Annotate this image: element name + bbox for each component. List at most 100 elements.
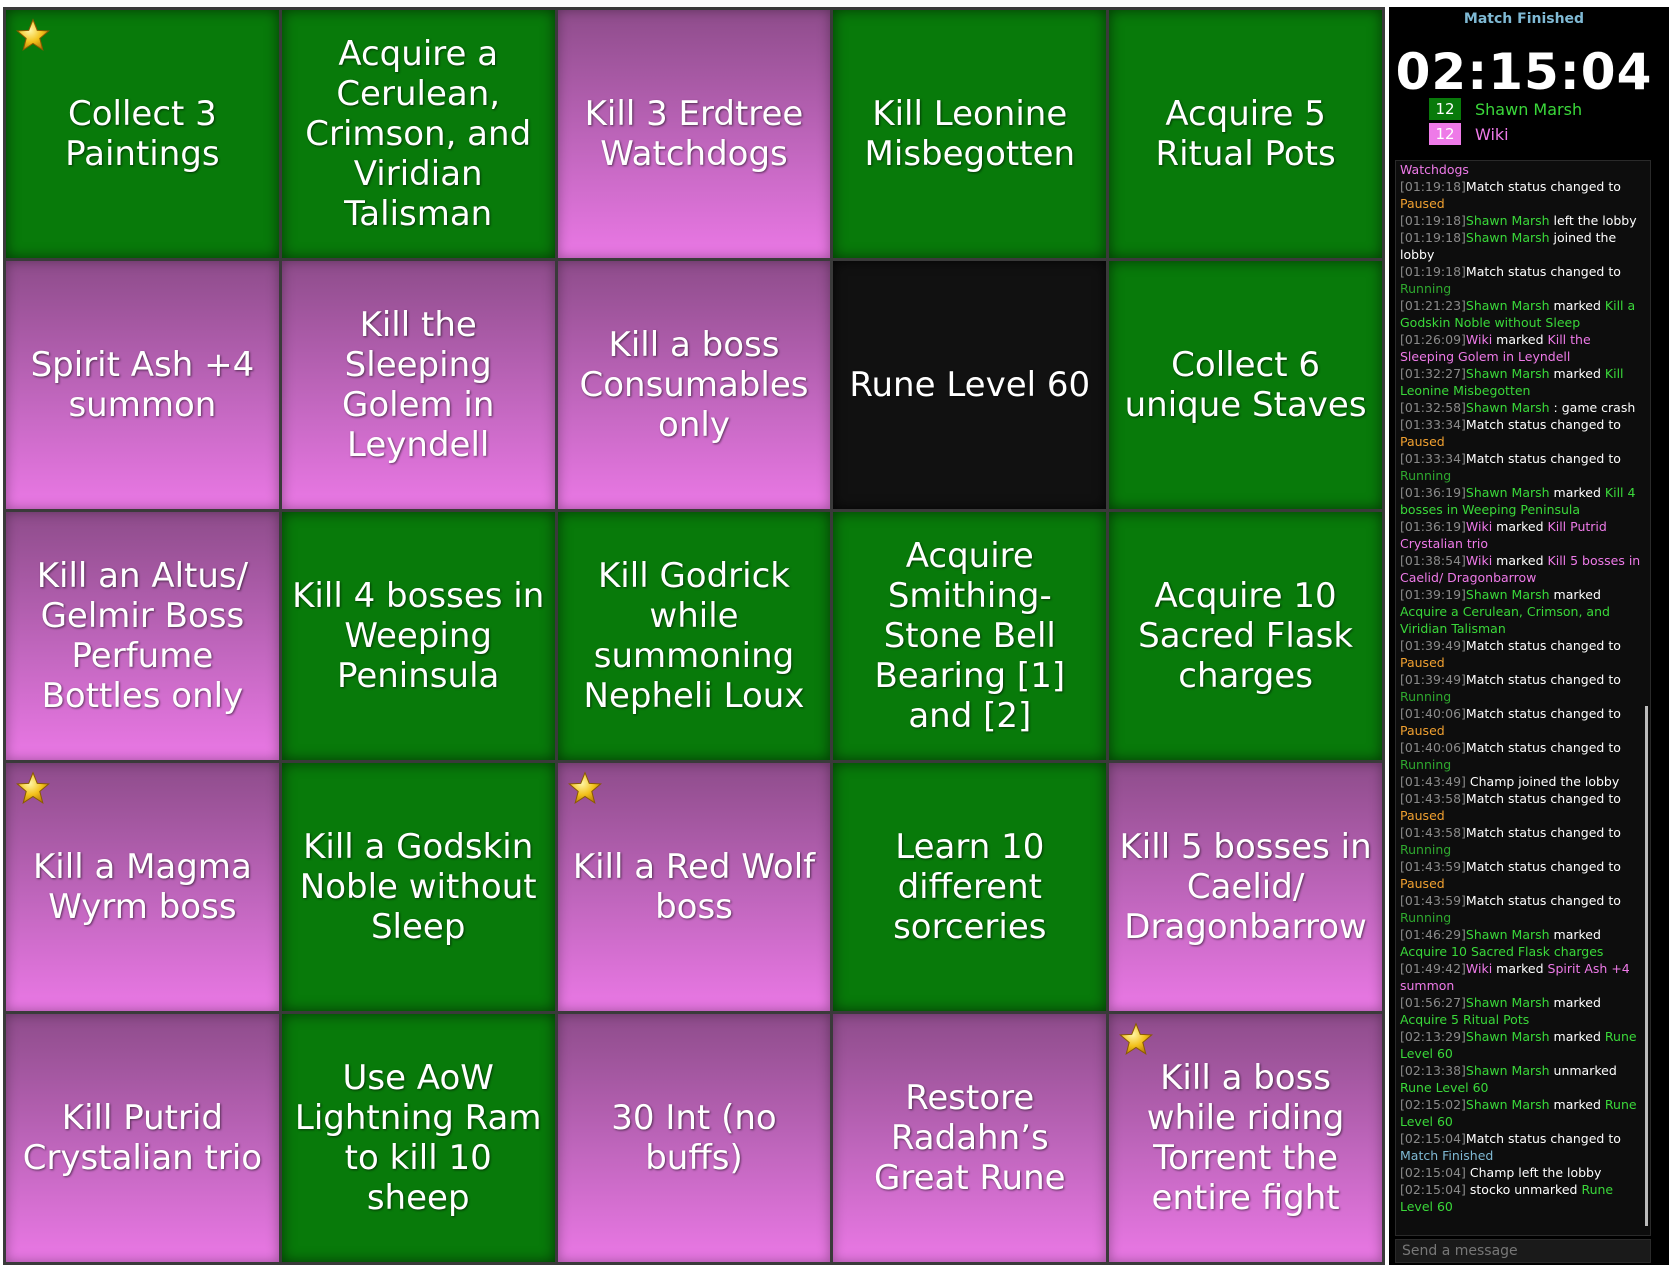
chat-segment: marked [1492, 961, 1548, 976]
chat-segment: Shawn Marsh [1465, 1097, 1550, 1112]
chat-segment: Shawn Marsh [1465, 400, 1550, 415]
chat-segment: left the lobby [1549, 213, 1637, 228]
goal-cell[interactable]: Kill a boss while riding Torrent the ent… [1109, 1014, 1382, 1262]
goal-cell[interactable]: Kill the Sleeping Golem in Leyndell [281, 261, 555, 509]
chat-segment: [01:36:19] [1400, 485, 1466, 500]
chat-segment: marked [1549, 1097, 1605, 1112]
chat-segment: Wiki [1465, 332, 1493, 347]
chat-segment: Match status changed to [1465, 179, 1621, 194]
chat-segment: [02:15:04] [1400, 1131, 1466, 1146]
chat-message: [01:36:19]Shawn Marsh marked Kill 4 boss… [1400, 484, 1646, 518]
chat-segment: Shawn Marsh [1465, 298, 1550, 313]
chat-message: [01:39:49]Match status changed to Paused [1400, 637, 1646, 671]
chat-message: [01:32:58]Shawn Marsh : game crash [1400, 399, 1646, 416]
chat-segment: [01:26:09] [1400, 332, 1466, 347]
chat-segment: Match status changed to [1465, 264, 1621, 279]
goal-text: Kill Godrick while summoning Nepheli Lou… [583, 555, 805, 717]
chat-segment: [01:43:59] [1400, 859, 1466, 874]
chat-message: [01:33:34]Match status changed to Paused [1400, 416, 1646, 450]
goal-cell[interactable]: Kill Leonine Misbegotten [833, 10, 1107, 258]
goal-cell[interactable]: Kill Putrid Crystalian trio [6, 1014, 279, 1262]
chat-segment: Match status changed to [1465, 706, 1621, 721]
chat-segment: Running [1400, 842, 1452, 857]
goal-cell[interactable]: Kill a Red Wolf boss [557, 763, 831, 1011]
chat-message: [02:15:04] stocko unmarked Rune Level 60 [1400, 1181, 1646, 1215]
chat-message: [02:15:02]Shawn Marsh marked Rune Level … [1400, 1096, 1646, 1130]
goal-cell[interactable]: Kill 3 Erdtree Watchdogs [557, 10, 831, 258]
goal-text: Kill Leonine Misbegotten [864, 93, 1076, 174]
goal-cell[interactable]: 30 Int (no buffs) [557, 1014, 831, 1262]
goal-text: Kill 5 bosses in Caelid/ Dragonbarrow [1119, 826, 1372, 948]
goal-cell[interactable]: Spirit Ash +4 summon [6, 261, 279, 509]
chat-log[interactable]: Watchdogs [01:19:18]Match status changed … [1395, 160, 1651, 1236]
goal-cell[interactable]: Acquire a Cerulean, Crimson, and Viridia… [281, 10, 555, 258]
goal-cell[interactable]: Rune Level 60 [833, 261, 1107, 509]
goal-text: Collect 3 Paintings [65, 93, 220, 174]
goal-text: Rune Level 60 [849, 364, 1091, 405]
chat-segment: Paused [1400, 808, 1445, 823]
chat-segment: marked [1549, 995, 1601, 1010]
chat-segment: [02:13:29] [1400, 1029, 1466, 1044]
goal-text: Collect 6 unique Staves [1124, 344, 1367, 425]
goal-cell[interactable]: Kill 4 bosses in Weeping Peninsula [281, 512, 555, 760]
chat-segment: [01:56:27] [1400, 995, 1466, 1010]
chat-message: [01:19:18]Shawn Marsh left the lobby [1400, 212, 1646, 229]
goal-cell[interactable]: Kill a Magma Wyrm boss [6, 763, 279, 1011]
goal-cell[interactable]: Acquire 5 Ritual Pots [1109, 10, 1382, 258]
chat-segment: Match status changed to [1465, 638, 1621, 653]
chat-segment: Acquire a Cerulean, Crimson, and Viridia… [1400, 604, 1610, 636]
chat-segment: [01:19:18] [1400, 264, 1466, 279]
chat-message: [01:26:09]Wiki marked Kill the Sleeping … [1400, 331, 1646, 365]
chat-segment: [01:40:06] [1400, 740, 1466, 755]
chat-segment: Running [1400, 468, 1452, 483]
chat-message: [01:43:59]Match status changed to Paused [1400, 858, 1646, 892]
goal-cell[interactable]: Kill a boss Consumables only [557, 261, 831, 509]
chat-segment: Shawn Marsh [1465, 927, 1550, 942]
goal-cell[interactable]: Collect 6 unique Staves [1109, 261, 1382, 509]
chat-segment: Paused [1400, 196, 1445, 211]
goal-text: Use AoW Lightning Ram to kill 10 sheep [294, 1057, 542, 1219]
goal-cell[interactable]: Kill an Altus/ Gelmir Boss Perfume Bottl… [6, 512, 279, 760]
chat-segment: [01:19:18] [1400, 179, 1466, 194]
chat-segment: [01:40:06] [1400, 706, 1466, 721]
chat-message: [01:19:18]Match status changed to Paused [1400, 178, 1646, 212]
goal-cell[interactable]: Kill Godrick while summoning Nepheli Lou… [557, 512, 831, 760]
goal-cell[interactable]: Restore Radahn’s Great Rune [833, 1014, 1107, 1262]
chat-segment: Match status changed to [1465, 791, 1621, 806]
chat-segment: Running [1400, 689, 1452, 704]
chat-message-input[interactable] [1395, 1239, 1651, 1263]
goal-text: Kill a boss while riding Torrent the ent… [1146, 1057, 1345, 1219]
goal-cell[interactable]: Kill a Godskin Noble without Sleep [281, 763, 555, 1011]
chat-segment: Rune Level 60 [1400, 1080, 1489, 1095]
goal-cell[interactable]: Learn 10 different sorceries [833, 763, 1107, 1011]
chat-segment: [01:33:34] [1400, 417, 1466, 432]
goal-cell[interactable]: Acquire Smithing-Stone Bell Bearing [1] … [833, 512, 1107, 760]
goal-text: Spirit Ash +4 summon [30, 344, 255, 425]
goal-cell[interactable]: Use AoW Lightning Ram to kill 10 sheep [281, 1014, 555, 1262]
chat-segment: stocko unmarked [1465, 1182, 1582, 1197]
chat-segment: [01:33:34] [1400, 451, 1466, 466]
goal-text: Kill an Altus/ Gelmir Boss Perfume Bottl… [36, 555, 249, 717]
goal-text: Kill Putrid Crystalian trio [22, 1097, 263, 1178]
goal-cell[interactable]: Collect 3 Paintings [6, 10, 279, 258]
chat-segment: Wiki [1465, 553, 1493, 568]
chat-segment: marked [1549, 485, 1605, 500]
chat-message: [01:32:27]Shawn Marsh marked Kill Leonin… [1400, 365, 1646, 399]
goal-text: Learn 10 different sorceries [893, 826, 1047, 948]
chat-segment: [01:32:27] [1400, 366, 1466, 381]
chat-segment: Wiki [1465, 961, 1493, 976]
chat-message: [02:15:04]Match status changed to Match … [1400, 1130, 1646, 1164]
chat-segment: Watchdogs [1400, 162, 1469, 177]
goal-text: Restore Radahn’s Great Rune [873, 1077, 1066, 1199]
chat-segment: marked [1492, 519, 1548, 534]
chat-segment: Paused [1400, 655, 1445, 670]
goal-cell[interactable]: Acquire 10 Sacred Flask charges [1109, 512, 1382, 760]
chat-segment: [01:21:23] [1400, 298, 1466, 313]
chat-segment: marked [1492, 553, 1548, 568]
chat-scrollbar[interactable] [1645, 706, 1648, 1226]
star-icon [15, 18, 51, 52]
chat-segment: marked [1549, 927, 1601, 942]
goal-text: Kill a Red Wolf boss [572, 846, 816, 927]
chat-segment: [01:49:42] [1400, 961, 1466, 976]
goal-cell[interactable]: Kill 5 bosses in Caelid/ Dragonbarrow [1109, 763, 1382, 1011]
